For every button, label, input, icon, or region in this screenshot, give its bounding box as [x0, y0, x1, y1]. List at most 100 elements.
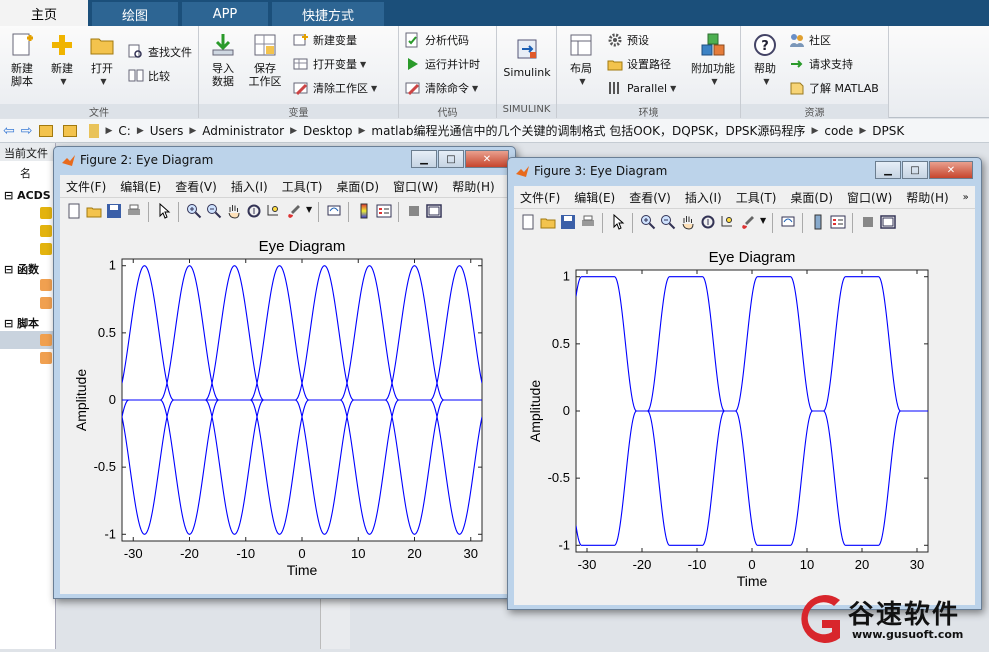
compare-button[interactable]: 比较	[128, 66, 170, 86]
menu-file[interactable]: 文件(F)	[514, 189, 568, 206]
file-icon[interactable]	[40, 225, 52, 237]
show-plot-tools-icon[interactable]	[426, 203, 442, 219]
menu-window[interactable]: 窗口(W)	[841, 189, 900, 206]
path-crumb[interactable]: Users	[144, 124, 190, 138]
open-variable-button[interactable]: 打开变量 ▼	[293, 54, 366, 74]
hide-plot-tools-icon[interactable]	[406, 203, 422, 219]
addons-button[interactable]: 附加功能 ▼	[687, 30, 739, 88]
simulink-button[interactable]: Simulink	[503, 34, 551, 79]
clear-workspace-button[interactable]: 清除工作区 ▼	[293, 78, 377, 98]
community-button[interactable]: 社区	[789, 30, 831, 50]
layout-button[interactable]: 布局 ▼	[559, 30, 603, 88]
link-plot-icon[interactable]	[780, 214, 796, 230]
menu-tools[interactable]: 工具(T)	[730, 189, 785, 206]
path-crumb[interactable]: matlab编程光通信中的几个关键的调制格式 包括OOK，DQPSK，DPSK源…	[365, 122, 811, 139]
tree-section-functions[interactable]: ⊟ 函数	[4, 261, 39, 277]
file-icon[interactable]	[40, 207, 52, 219]
legend-icon[interactable]	[376, 203, 392, 219]
maximize-icon[interactable]: □	[438, 150, 464, 168]
menu-view[interactable]: 查看(V)	[169, 178, 225, 195]
save-icon[interactable]	[106, 203, 122, 219]
parallel-button[interactable]: Parallel ▼	[607, 78, 676, 98]
figure-2-titlebar[interactable]: Figure 2: Eye Diagram ▁ □ ✕	[54, 147, 515, 173]
colorbar-icon[interactable]	[356, 203, 372, 219]
function-file-icon[interactable]	[40, 279, 52, 291]
script-file-icon[interactable]	[40, 334, 52, 346]
zoom-in-icon[interactable]	[186, 203, 202, 219]
rotate-3d-icon[interactable]	[246, 203, 262, 219]
close-icon[interactable]: ✕	[465, 150, 509, 168]
import-data-button[interactable]: 导入 数据	[201, 30, 245, 88]
minimize-icon[interactable]: ▁	[875, 161, 901, 179]
file-icon[interactable]	[40, 243, 52, 255]
script-file-icon[interactable]	[40, 352, 52, 364]
forward-arrow-icon[interactable]: ⇨	[18, 123, 36, 139]
analyze-code-button[interactable]: 分析代码	[405, 30, 469, 50]
hide-plot-tools-icon[interactable]	[860, 214, 876, 230]
close-icon[interactable]: ✕	[929, 161, 973, 179]
menu-insert[interactable]: 插入(I)	[225, 178, 276, 195]
browse-folder-icon[interactable]	[63, 124, 78, 137]
tab-shortcuts[interactable]: 快捷方式	[272, 2, 384, 26]
menu-help[interactable]: 帮助(H)	[900, 189, 956, 206]
function-file-icon[interactable]	[40, 297, 52, 309]
brush-dropdown-icon[interactable]: ▼	[306, 205, 312, 214]
find-files-button[interactable]: 查找文件	[128, 42, 192, 62]
new-variable-button[interactable]: 新建变量	[293, 30, 357, 50]
tab-apps[interactable]: APP	[182, 2, 268, 26]
data-cursor-icon[interactable]	[266, 203, 282, 219]
clear-commands-button[interactable]: 清除命令 ▼	[405, 78, 478, 98]
menu-window[interactable]: 窗口(W)	[387, 178, 446, 195]
tab-plots[interactable]: 绘图	[92, 2, 178, 26]
run-and-time-button[interactable]: 运行并计时	[405, 54, 480, 74]
up-folder-icon[interactable]	[39, 124, 54, 137]
menu-edit[interactable]: 编辑(E)	[568, 189, 623, 206]
brush-icon[interactable]	[740, 214, 756, 230]
name-column-header[interactable]: 名	[20, 165, 31, 181]
open-button[interactable]: 打开 ▼	[80, 30, 124, 88]
figure-3-titlebar[interactable]: Figure 3: Eye Diagram ▁ □ ✕	[508, 158, 981, 184]
path-crumb[interactable]: DPSK	[866, 124, 910, 138]
maximize-icon[interactable]: □	[902, 161, 928, 179]
request-support-button[interactable]: 请求支持	[789, 54, 853, 74]
brush-icon[interactable]	[286, 203, 302, 219]
new-script-button[interactable]: 新建 脚本	[0, 30, 44, 88]
menu-desktop[interactable]: 桌面(D)	[330, 178, 387, 195]
figure-2-plot-area[interactable]: Eye Diagram Time Amplitude -30 -20 -10 0 10 20 30…	[60, 225, 509, 594]
menu-tools[interactable]: 工具(T)	[276, 178, 331, 195]
help-button[interactable]: ? 帮助 ▼	[743, 30, 787, 88]
tab-home[interactable]: 主页	[0, 0, 88, 26]
new-figure-icon[interactable]	[520, 214, 536, 230]
zoom-out-icon[interactable]	[660, 214, 676, 230]
pan-hand-icon[interactable]	[226, 203, 242, 219]
path-crumb[interactable]: Desktop	[297, 124, 359, 138]
show-plot-tools-icon[interactable]	[880, 214, 896, 230]
legend-icon[interactable]	[830, 214, 846, 230]
pointer-icon[interactable]	[610, 214, 626, 230]
print-icon[interactable]	[580, 214, 596, 230]
tree-section-scripts[interactable]: ⊟ 脚本	[4, 315, 39, 331]
minimize-icon[interactable]: ▁	[411, 150, 437, 168]
set-path-button[interactable]: 设置路径	[607, 54, 671, 74]
data-cursor-icon[interactable]	[720, 214, 736, 230]
tree-section-acds[interactable]: ⊟ ACDS	[4, 189, 51, 202]
eye-diagram-chart[interactable]: Eye DiagramTimeAmplitude-30 -20 -10 0 10 20 30…	[514, 236, 975, 605]
rotate-3d-icon[interactable]	[700, 214, 716, 230]
new-button[interactable]: 新建 ▼	[40, 30, 84, 88]
back-arrow-icon[interactable]: ⇦	[0, 123, 18, 139]
path-crumb[interactable]: code	[818, 124, 859, 138]
menu-view[interactable]: 查看(V)	[623, 189, 679, 206]
menu-desktop[interactable]: 桌面(D)	[784, 189, 841, 206]
figure-3-window[interactable]: Figure 3: Eye Diagram ▁ □ ✕ 文件(F) 编辑(E) …	[507, 157, 982, 610]
menu-help[interactable]: 帮助(H)	[446, 178, 502, 195]
save-icon[interactable]	[560, 214, 576, 230]
menu-edit[interactable]: 编辑(E)	[114, 178, 169, 195]
open-file-icon[interactable]	[86, 203, 102, 219]
save-workspace-button[interactable]: 保存 工作区	[243, 30, 287, 88]
path-crumb[interactable]: Administrator	[196, 124, 290, 138]
print-icon[interactable]	[126, 203, 142, 219]
colorbar-icon[interactable]	[810, 214, 826, 230]
learn-matlab-button[interactable]: 了解 MATLAB	[789, 78, 879, 98]
eye-diagram-chart[interactable]: Eye DiagramTimeAmplitude-30 -20 -10 0 10 20 30…	[60, 225, 509, 594]
figure-3-plot-area[interactable]: Eye Diagram Time Amplitude -30 -20 -10 0 10 20 30…	[514, 236, 975, 605]
